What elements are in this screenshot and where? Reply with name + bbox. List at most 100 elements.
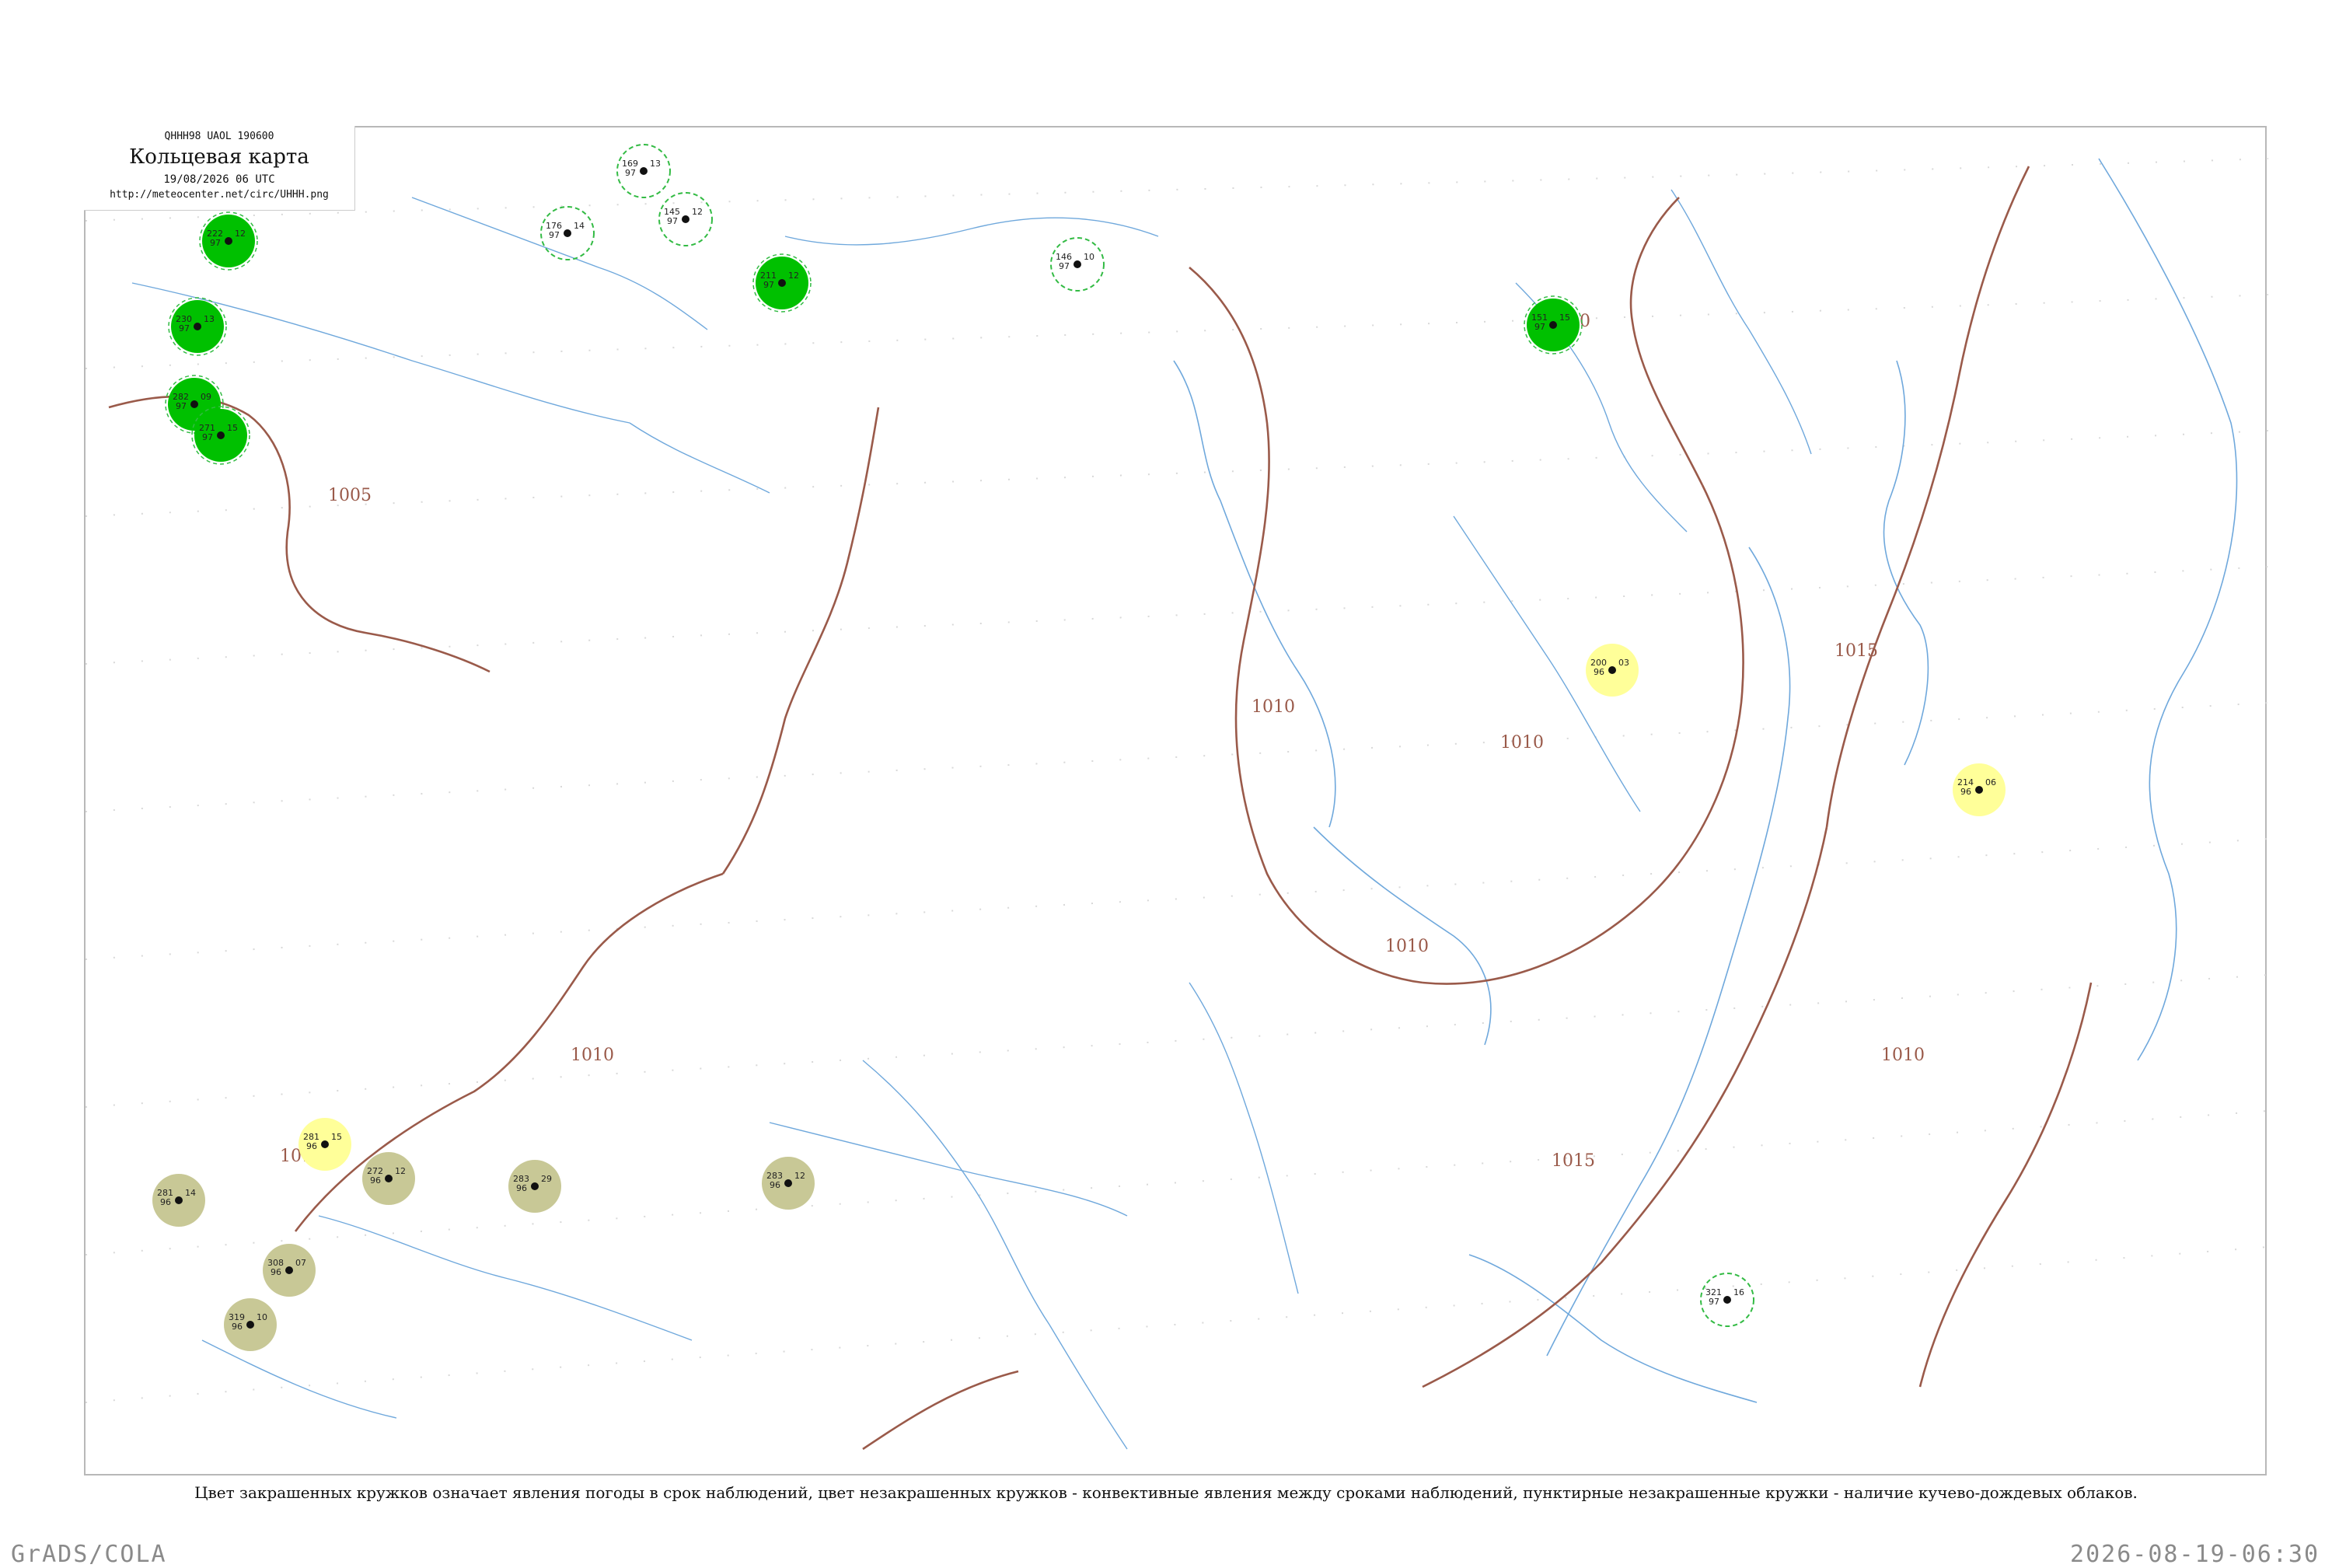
station-dot	[1608, 666, 1616, 674]
station-marker[interactable]: 3089607	[263, 1244, 316, 1297]
station-dot	[640, 167, 648, 175]
station-dot	[531, 1182, 539, 1190]
station-pressure: 97	[210, 238, 221, 248]
graticule-layer	[86, 158, 2268, 1403]
station-dot	[246, 1321, 254, 1329]
synoptic-map-canvas[interactable]: 1005101010101010101010101010101010151015…	[86, 127, 2268, 1477]
coastline	[1313, 826, 1492, 1046]
graticule-line	[86, 566, 2268, 665]
coastline	[1173, 360, 1336, 828]
isobar-line	[1629, 197, 1704, 486]
station-pressure: 96	[516, 1183, 527, 1193]
isobar-line	[1422, 826, 1828, 1388]
coastline	[1546, 547, 1791, 1357]
station-dewpoint: 14	[574, 221, 585, 231]
station-pressure: 96	[370, 1175, 381, 1186]
isobar-value-label: 1010	[571, 1046, 614, 1065]
graticule-line	[86, 838, 2268, 960]
map-source-url: http://meteocenter.net/circ/UHHH.png	[110, 189, 329, 201]
station-pressure: 97	[625, 168, 636, 178]
station-dewpoint: 15	[331, 1132, 342, 1142]
station-marker[interactable]: 2729612	[362, 1152, 415, 1205]
station-pressure: 97	[176, 401, 187, 411]
station-marker[interactable]: 2819615	[298, 1118, 351, 1171]
isobar-value-label: 1015	[1552, 1151, 1595, 1171]
map-title-box: QHHH98 UAOL 190600 Кольцевая карта 19/08…	[84, 126, 355, 211]
station-dewpoint: 14	[185, 1188, 196, 1198]
station-dewpoint: 10	[257, 1312, 267, 1322]
river	[201, 1339, 397, 1419]
station-marker[interactable]: 1699713	[616, 144, 671, 198]
isobar-value-label: 1010	[1252, 697, 1295, 717]
isobar-value-label: 1015	[1835, 641, 1878, 661]
station-pressure: 96	[1594, 667, 1604, 677]
station-pressure: 97	[1534, 322, 1545, 332]
graticule-line	[86, 974, 2268, 1108]
station-dewpoint: 15	[1559, 313, 1570, 323]
station-pressure: 96	[770, 1180, 780, 1190]
isobar-line	[1825, 166, 2030, 828]
stations-layer: 2229712230971328297092719715211971217697…	[152, 144, 2006, 1351]
station-dewpoint: 12	[794, 1171, 805, 1181]
station-dewpoint: 12	[395, 1166, 406, 1176]
isobar-line	[108, 395, 490, 673]
station-marker[interactable]: 1469710	[1050, 237, 1105, 292]
map-valid-time: 19/08/2026 06 UTC	[163, 173, 275, 186]
station-marker[interactable]: 1769714	[540, 206, 595, 260]
station-dot	[217, 431, 225, 439]
station-marker[interactable]: 2839612	[762, 1157, 815, 1210]
isobar-value-label: 1005	[328, 486, 372, 505]
graticule-line	[86, 702, 2268, 812]
graticule-line	[86, 294, 2268, 369]
station-marker[interactable]: 3199610	[224, 1298, 277, 1351]
station-dewpoint: 12	[692, 207, 703, 217]
isobar-value-label: 1010	[1881, 1046, 1925, 1065]
legend-caption: Цвет закрашенных кружков означает явлени…	[194, 1483, 2138, 1502]
river	[1670, 189, 1812, 455]
station-pressure: 97	[179, 323, 190, 334]
graticule-line	[86, 430, 2268, 517]
station-marker[interactable]: 2309713	[168, 297, 227, 356]
station-dot	[784, 1179, 792, 1187]
station-marker[interactable]: 2119712	[752, 253, 812, 313]
rivers-layer	[131, 189, 1812, 1450]
isobar-labels-layer: 1005101010101010101010101010101010151015	[280, 312, 1925, 1171]
station-dot	[225, 237, 232, 245]
river	[411, 197, 708, 330]
station-pressure: 97	[667, 216, 678, 226]
station-marker[interactable]: 2839629	[508, 1160, 561, 1213]
station-dewpoint: 15	[227, 423, 238, 433]
river	[769, 1122, 1128, 1217]
bulletin-header: QHHH98 UAOL 190600	[164, 131, 274, 142]
station-dot	[321, 1140, 329, 1148]
station-marker[interactable]: 2719715	[191, 406, 250, 465]
station-marker[interactable]: 2149606	[1953, 763, 2006, 816]
coastline-layer	[1173, 158, 2238, 1403]
station-dewpoint: 13	[204, 314, 215, 324]
station-dot	[1723, 1296, 1731, 1304]
station-dewpoint: 07	[295, 1258, 306, 1268]
station-dewpoint: 29	[541, 1174, 552, 1184]
map-title: Кольцевая карта	[129, 145, 309, 169]
graticule-line	[86, 158, 2268, 222]
station-marker[interactable]: 2229712	[199, 211, 258, 271]
station-dewpoint: 09	[201, 392, 211, 402]
river	[629, 422, 770, 494]
station-dot	[1975, 786, 1983, 794]
isobar-line	[721, 407, 880, 875]
station-marker[interactable]: 2819614	[152, 1174, 205, 1227]
station-dot	[385, 1175, 393, 1182]
station-dot	[682, 215, 689, 223]
station-marker[interactable]: 1519715	[1524, 295, 1583, 354]
isobar-line	[1918, 982, 2093, 1388]
station-pressure: 96	[306, 1141, 317, 1151]
isobar-line	[862, 1370, 1019, 1451]
map-frame[interactable]: 1005101010101010101010101010101010151015…	[84, 126, 2268, 1477]
station-pressure: 97	[202, 432, 213, 442]
station-dewpoint: 16	[1733, 1287, 1744, 1297]
station-marker[interactable]: 1459712	[658, 192, 713, 246]
station-dewpoint: 10	[1084, 252, 1094, 262]
station-marker[interactable]: 3219716	[1700, 1273, 1754, 1327]
station-pressure: 97	[763, 280, 774, 290]
station-marker[interactable]: 2009603	[1586, 644, 1639, 697]
